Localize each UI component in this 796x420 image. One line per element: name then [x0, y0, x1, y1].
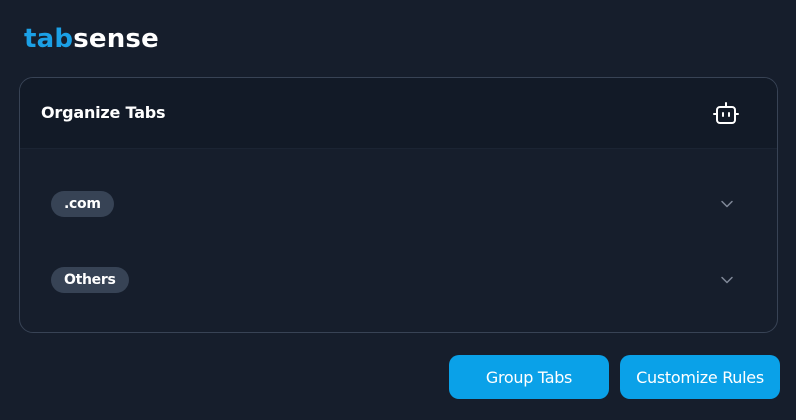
customize-rules-button[interactable]: Customize Rules	[620, 355, 780, 399]
group-tabs-button[interactable]: Group Tabs	[449, 355, 609, 399]
brand-logo-rest: sense	[73, 24, 159, 54]
brand-logo: tabsense	[24, 22, 159, 56]
group-label: .com	[51, 191, 114, 217]
card-title: Organize Tabs	[41, 103, 166, 122]
robot-icon	[713, 102, 739, 124]
card-header: Organize Tabs	[20, 78, 777, 149]
organize-tabs-card: Organize Tabs .com Others	[19, 77, 778, 333]
ai-organize-button[interactable]	[711, 100, 741, 128]
chevron-down-icon[interactable]	[720, 273, 734, 287]
group-row-others[interactable]: Others	[20, 260, 777, 300]
group-label: Others	[51, 267, 129, 293]
group-row-com[interactable]: .com	[20, 184, 777, 224]
action-bar: Group Tabs Customize Rules	[449, 355, 780, 399]
tabsense-popup: tabsense Organize Tabs .com Others Group…	[0, 0, 796, 420]
chevron-down-icon[interactable]	[720, 197, 734, 211]
brand-logo-accent: tab	[24, 24, 74, 54]
